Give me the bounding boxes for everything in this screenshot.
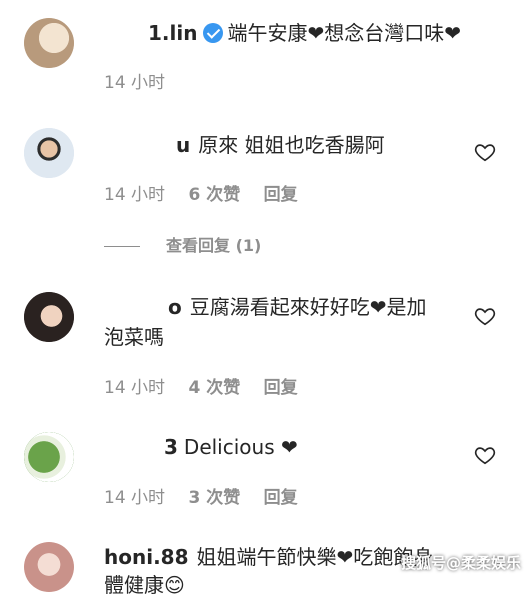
timestamp: 14 小时 xyxy=(104,488,166,508)
comment-text: 姐姐端午節快樂❤吃飽飽身 xyxy=(196,545,434,569)
like-count[interactable]: 6 次赞 xyxy=(188,185,240,205)
avatar[interactable] xyxy=(24,128,74,178)
timestamp: 14 小时 xyxy=(104,185,166,205)
comment-body: 3 Delicious ❤ xyxy=(104,432,298,462)
reply-button[interactable]: 回复 xyxy=(264,185,298,205)
comment-text-continued: 體健康😊 xyxy=(104,573,185,597)
comment-body: honi.88 姐姐端午節快樂❤吃飽飽身 xyxy=(104,542,433,572)
reply-button[interactable]: 回复 xyxy=(264,378,298,398)
like-heart-icon[interactable] xyxy=(474,305,496,327)
comment-body: o 豆腐湯看起來好好吃❤是加 xyxy=(104,292,427,322)
comment-text: 豆腐湯看起來好好吃❤是加 xyxy=(189,295,427,319)
view-replies-button[interactable]: 查看回复 (1) xyxy=(104,232,261,256)
username[interactable]: o xyxy=(168,295,182,319)
like-count[interactable]: 4 次赞 xyxy=(188,378,240,398)
comment-meta: 14 小时 3 次赞 回复 xyxy=(104,483,316,508)
like-heart-icon[interactable] xyxy=(474,444,496,466)
like-heart-icon[interactable] xyxy=(474,141,496,163)
username[interactable]: 3 xyxy=(164,435,178,459)
comment-text: 原來 姐姐也吃香腸阿 xyxy=(198,133,385,157)
avatar[interactable] xyxy=(24,292,74,342)
comment-meta: 14 小时 4 次赞 回复 xyxy=(104,373,316,398)
username[interactable]: u xyxy=(176,133,190,157)
comment-meta: 14 小时 6 次赞 回复 xyxy=(104,180,316,205)
timestamp: 14 小时 xyxy=(104,378,166,398)
comment-text: Delicious ❤ xyxy=(183,435,298,459)
username[interactable]: honi.88 xyxy=(104,545,189,569)
divider xyxy=(104,246,140,247)
avatar[interactable] xyxy=(24,18,74,68)
comment-body: u 原來 姐姐也吃香腸阿 xyxy=(104,130,385,160)
verified-icon xyxy=(203,23,224,43)
avatar[interactable] xyxy=(24,432,74,482)
view-replies-label: 查看回复 (1) xyxy=(166,236,262,255)
timestamp: 14 小时 xyxy=(104,73,166,93)
username[interactable]: 1.lin xyxy=(148,21,197,45)
comment-text: 端午安康❤想念台灣口味❤ xyxy=(227,21,461,45)
avatar[interactable] xyxy=(24,542,74,592)
reply-button[interactable]: 回复 xyxy=(264,488,298,508)
comment-text-continued: 泡菜嗎 xyxy=(104,325,164,349)
comment-body: 1.lin 端午安康❤想念台灣口味❤ xyxy=(104,18,461,48)
like-count[interactable]: 3 次赞 xyxy=(188,488,240,508)
watermark: 搜狐号@柔柔娱乐 xyxy=(400,554,521,572)
comment-meta: 14 小时 xyxy=(104,68,183,93)
